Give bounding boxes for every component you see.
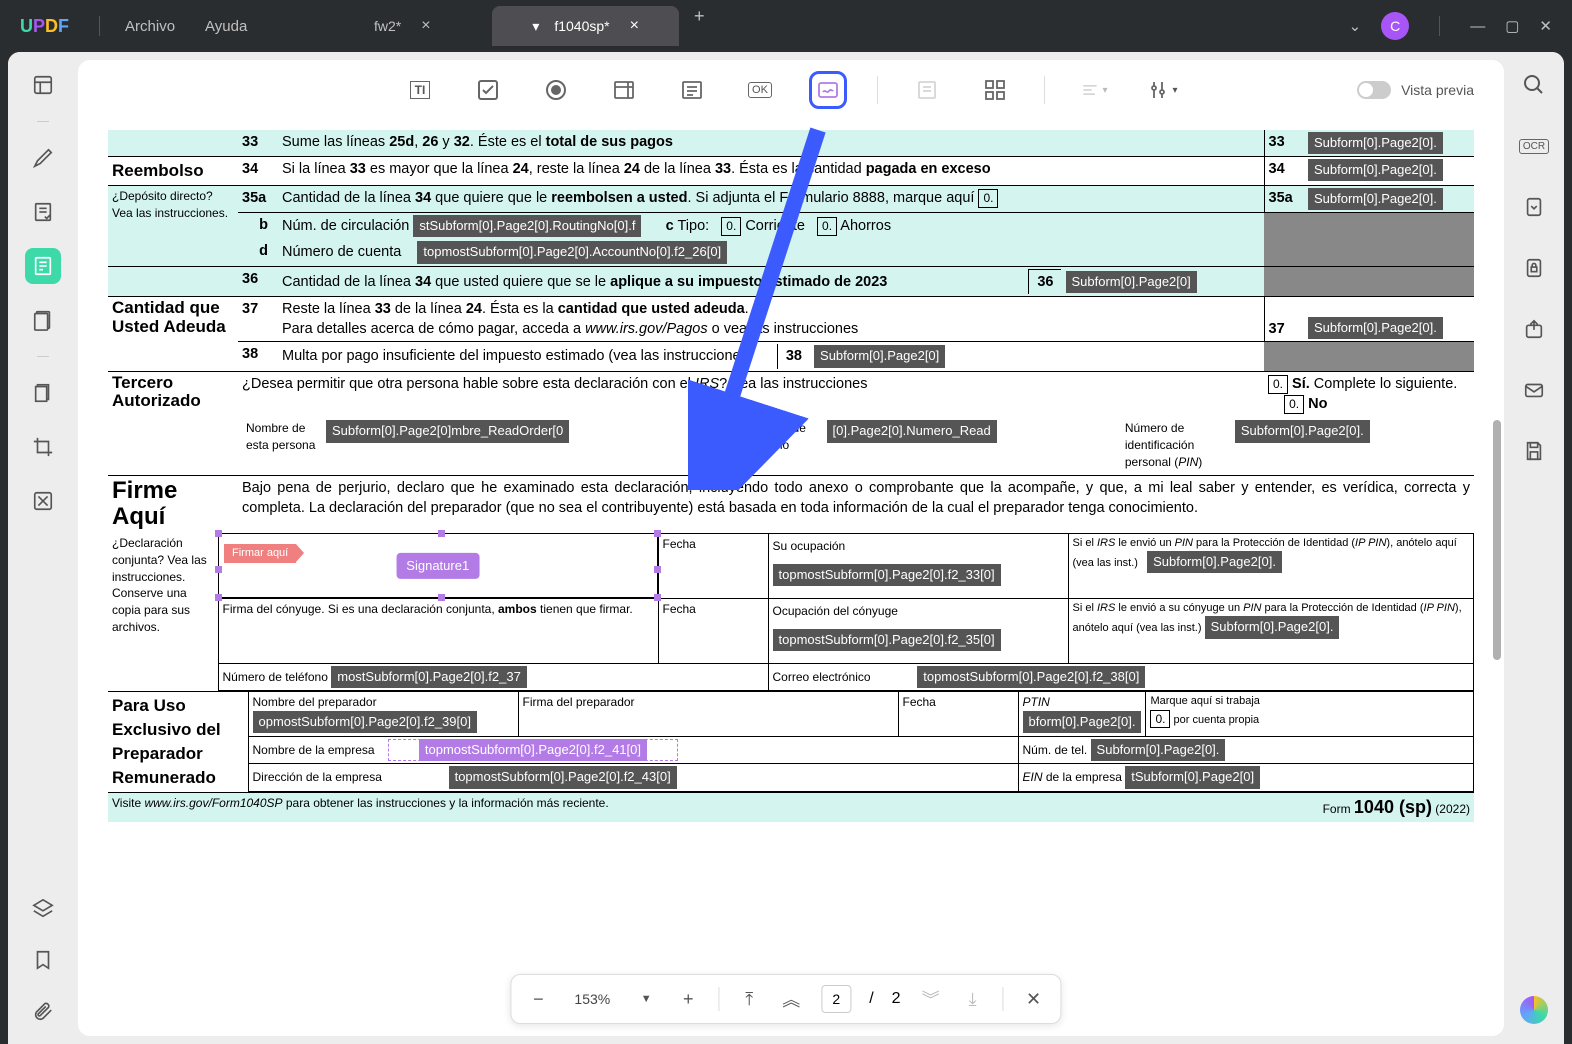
last-page-button[interactable]: ⤓ <box>961 989 985 1010</box>
chevron-down-icon[interactable]: ⌄ <box>1349 17 1362 35</box>
main-area: TI OK ▾ ▾ Vista previa <box>8 52 1564 1044</box>
search-icon[interactable] <box>1516 67 1552 103</box>
user-avatar[interactable]: C <box>1381 12 1409 40</box>
close-icon[interactable]: × <box>421 17 430 35</box>
crop-tool[interactable] <box>25 429 61 465</box>
close-button[interactable]: ✕ <box>1539 17 1552 35</box>
form-field[interactable]: topmostSubform[0].Page2[0].f2_38[0] <box>917 666 1145 688</box>
tab-label: f1040sp* <box>554 18 609 34</box>
page-separator: / <box>869 990 873 1008</box>
form-field[interactable]: Subform[0].Page2[0]. <box>1091 739 1226 761</box>
document-tabs: fw2* × ▾ f1040sp* × + <box>312 6 1348 46</box>
text-field-tool[interactable]: TI <box>401 71 439 109</box>
signature-field[interactable]: Firmar aquí Signature1 <box>218 533 658 598</box>
zoom-in-button[interactable]: + <box>676 989 700 1010</box>
attachment-icon[interactable] <box>25 993 61 1029</box>
tab-f1040sp[interactable]: ▾ f1040sp* × <box>492 6 679 46</box>
page-controls: − 153% ▼ + ⤒ ︽ / 2 ︾ ⤓ ✕ <box>510 974 1061 1024</box>
form-field[interactable]: Subform[0].Page2[0]mbre_ReadOrder[0 <box>326 420 569 442</box>
protect-icon[interactable] <box>1516 250 1552 286</box>
sidebar-left <box>8 52 78 1044</box>
share-icon[interactable] <box>1516 311 1552 347</box>
minimize-button[interactable]: — <box>1470 18 1485 35</box>
close-controls-button[interactable]: ✕ <box>1022 989 1046 1010</box>
form-field[interactable]: bform[0].Page2[0]. <box>1023 711 1142 733</box>
form-field[interactable]: [0].Page2[0].Numero_Read <box>827 420 997 442</box>
form-field[interactable]: tSubform[0].Page2[0] <box>1125 766 1260 788</box>
save-icon[interactable] <box>1516 433 1552 469</box>
first-page-button[interactable]: ⤒ <box>737 989 761 1010</box>
zoom-dropdown-icon[interactable]: ▼ <box>634 993 658 1005</box>
align-options-tool[interactable]: ▾ <box>1075 71 1113 109</box>
listbox-tool[interactable] <box>673 71 711 109</box>
button-tool[interactable]: OK <box>741 71 779 109</box>
comment-tool[interactable] <box>25 140 61 176</box>
prev-page-button[interactable]: ︽ <box>779 986 803 1012</box>
menu-archivo[interactable]: Archivo <box>110 18 190 35</box>
preview-label: Vista previa <box>1401 82 1474 98</box>
form-field[interactable]: mostSubform[0].Page2[0].f2_37 <box>331 666 527 688</box>
document-viewport[interactable]: 33 Sume las líneas 25d, 26 y 32. Éste es… <box>78 120 1504 1036</box>
menu-ayuda[interactable]: Ayuda <box>190 18 262 35</box>
window-controls: ⌄ C — ▢ ✕ <box>1349 12 1572 40</box>
form-field[interactable]: Subform[0].Page2[0]. <box>1308 317 1443 339</box>
page-number-input[interactable] <box>821 985 851 1013</box>
zoom-value[interactable]: 153% <box>568 991 616 1007</box>
tools-options[interactable]: ▾ <box>1143 71 1181 109</box>
radio-tool[interactable] <box>537 71 575 109</box>
signature-badge: Signature1 <box>396 552 479 578</box>
checkbox-tool[interactable] <box>469 71 507 109</box>
pdf-form-page: 33 Sume las líneas 25d, 26 y 32. Éste es… <box>78 120 1504 832</box>
form-field[interactable]: opmostSubform[0].Page2[0].f2_39[0] <box>253 711 477 733</box>
form-field[interactable]: topmostSubform[0].Page2[0].f2_43[0] <box>449 766 677 788</box>
redact-tool[interactable] <box>25 483 61 519</box>
page-total: 2 <box>892 990 901 1008</box>
dropdown-tool[interactable] <box>605 71 643 109</box>
form-grid-tool[interactable] <box>976 71 1014 109</box>
edit-tool[interactable] <box>25 194 61 230</box>
vertical-scrollbar[interactable] <box>1493 190 1501 790</box>
organize-tool[interactable] <box>25 375 61 411</box>
signature-tool[interactable] <box>809 71 847 109</box>
sidebar-right: OCR <box>1504 52 1564 1044</box>
convert-icon[interactable] <box>1516 189 1552 225</box>
form-field[interactable]: Subform[0].Page2[0] <box>1066 271 1197 293</box>
bookmark-icon[interactable] <box>25 942 61 978</box>
zoom-out-button[interactable]: − <box>526 989 550 1010</box>
form-field[interactable]: Subform[0].Page2[0]. <box>1308 188 1443 210</box>
form-field[interactable]: Subform[0].Page2[0]. <box>1205 616 1340 638</box>
ai-assistant-icon[interactable] <box>1520 996 1548 1024</box>
ocr-icon[interactable]: OCR <box>1516 128 1552 164</box>
title-bar: UPDF Archivo Ayuda fw2* × ▾ f1040sp* × +… <box>0 0 1572 52</box>
layers-icon[interactable] <box>25 891 61 927</box>
tab-dropdown-icon[interactable]: ▾ <box>532 18 539 35</box>
form-field[interactable]: topmostSubform[0].Page2[0].AccountNo[0].… <box>417 241 727 263</box>
form-field[interactable]: Subform[0].Page2[0]. <box>1235 420 1370 442</box>
form-align-tool[interactable] <box>908 71 946 109</box>
thumbnail-tool[interactable] <box>25 67 61 103</box>
app-logo: UPDF <box>0 16 89 37</box>
form-field[interactable]: topmostSubform[0].Page2[0].f2_33[0] <box>773 564 1001 586</box>
close-icon[interactable]: × <box>630 17 639 35</box>
form-field[interactable]: topmostSubform[0].Page2[0].f2_35[0] <box>773 629 1001 651</box>
tab-label: fw2* <box>374 18 401 34</box>
form-field[interactable]: Subform[0].Page2[0]. <box>1308 132 1443 154</box>
form-field[interactable]: Subform[0].Page2[0]. <box>1308 159 1443 181</box>
next-page-button[interactable]: ︾ <box>919 986 943 1012</box>
add-tab-button[interactable]: + <box>679 6 720 46</box>
form-toolbar: TI OK ▾ ▾ Vista previa <box>78 60 1504 120</box>
content-area: TI OK ▾ ▾ Vista previa <box>78 60 1504 1036</box>
maximize-button[interactable]: ▢ <box>1505 17 1519 35</box>
preview-toggle[interactable] <box>1357 81 1391 99</box>
form-field[interactable]: topmostSubform[0].Page2[0].f2_41[0] <box>419 739 647 761</box>
email-icon[interactable] <box>1516 372 1552 408</box>
sign-here-tag: Firmar aquí <box>224 544 296 563</box>
form-field[interactable]: Subform[0].Page2[0] <box>814 345 945 367</box>
form-tool[interactable] <box>25 248 61 284</box>
form-field[interactable]: Subform[0].Page2[0]. <box>1147 551 1282 573</box>
form-field[interactable]: stSubform[0].Page2[0].RoutingNo[0].f <box>413 215 641 237</box>
tab-fw2[interactable]: fw2* × <box>312 6 492 46</box>
page-tool[interactable] <box>25 302 61 338</box>
